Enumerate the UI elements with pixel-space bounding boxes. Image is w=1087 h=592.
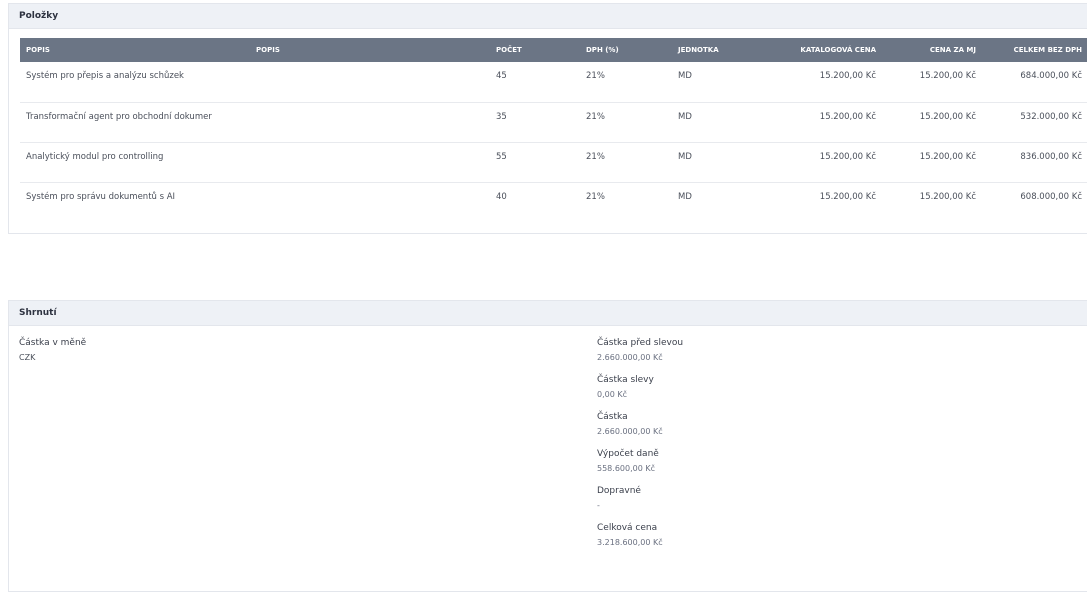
cell-pocet: 45 <box>496 71 507 81</box>
cell-dph: 21% <box>586 151 605 162</box>
summary-panel: Shrnutí Částka v měně CZK Částka před sl… <box>8 300 1087 592</box>
field-label: Částka před slevou <box>597 338 684 348</box>
col-header-katalogova-cena[interactable]: KATALOGOVÁ CENA <box>772 38 882 62</box>
cell-popis: Analytický modul pro controlling <box>26 151 164 162</box>
table-row[interactable]: Systém pro správu dokumentů s AI 40 21% … <box>20 182 1087 222</box>
col-header-pocet[interactable]: POČET <box>490 38 580 62</box>
currency-value: CZK <box>19 353 36 362</box>
field-label: Částka slevy <box>597 375 654 385</box>
cell-cena-za-mj: 15.200,00 Kč <box>919 71 976 81</box>
summary-panel-title: Shrnutí <box>9 301 1087 326</box>
cell-celkem-bez-dph: 608.000,00 Kč <box>1020 191 1082 202</box>
table-row[interactable]: Analytický modul pro controlling 55 21% … <box>20 142 1087 182</box>
cell-pocet: 35 <box>496 111 507 122</box>
cell-katalogova-cena: 15.200,00 Kč <box>819 151 876 162</box>
cell-jednotka: MD <box>678 191 692 202</box>
cell-cena-za-mj: 15.200,00 Kč <box>919 111 976 122</box>
field-label: Částka <box>597 412 628 422</box>
col-header-popis-2[interactable]: POPIS <box>250 38 490 62</box>
field-dopravne: Dopravné - <box>597 485 683 514</box>
field-value: 3.218.600,00 Kč <box>597 538 663 547</box>
cell-katalogova-cena: 15.200,00 Kč <box>819 111 876 122</box>
cell-dph: 21% <box>586 111 605 122</box>
cell-katalogova-cena: 15.200,00 Kč <box>819 71 876 81</box>
col-header-jednotka[interactable]: JEDNOTKA <box>672 38 772 62</box>
field-label: Dopravné <box>597 486 641 496</box>
cell-celkem-bez-dph: 836.000,00 Kč <box>1020 151 1082 162</box>
field-value: 558.600,00 Kč <box>597 464 655 473</box>
items-table: POPIS POPIS POČET DPH (%) JEDNOTKA KATAL… <box>20 38 1087 222</box>
cell-popis: Systém pro správu dokumentů s AI <box>26 191 176 202</box>
field-value: 2.660.000,00 Kč <box>597 427 663 436</box>
cell-jednotka: MD <box>678 111 692 122</box>
field-value: 0,00 Kč <box>597 390 627 399</box>
cell-jednotka: MD <box>678 151 692 162</box>
field-vypocet-dane: Výpočet daně 558.600,00 Kč <box>597 448 683 477</box>
field-castka-pred-slevou: Částka před slevou 2.660.000,00 Kč <box>597 337 683 366</box>
table-row[interactable]: Systém pro přepis a analýzu schůzek 45 2… <box>20 62 1087 102</box>
cell-celkem-bez-dph: 532.000,00 Kč <box>1020 111 1082 122</box>
cell-katalogova-cena: 15.200,00 Kč <box>819 191 876 202</box>
summary-currency: Částka v měně CZK <box>19 337 86 366</box>
field-label: Výpočet daně <box>597 449 659 459</box>
cell-dph: 21% <box>586 71 605 81</box>
field-value: 2.660.000,00 Kč <box>597 353 663 362</box>
field-castka: Částka 2.660.000,00 Kč <box>597 411 683 440</box>
items-table-header: POPIS POPIS POČET DPH (%) JEDNOTKA KATAL… <box>20 38 1087 62</box>
col-header-dph[interactable]: DPH (%) <box>580 38 672 62</box>
cell-popis: Transformační agent pro obchodní dokumer <box>26 111 212 122</box>
cell-jednotka: MD <box>678 71 692 81</box>
table-row[interactable]: Transformační agent pro obchodní dokumer… <box>20 102 1087 142</box>
cell-popis: Systém pro přepis a analýzu schůzek <box>26 71 184 81</box>
cell-pocet: 55 <box>496 151 507 162</box>
cell-celkem-bez-dph: 684.000,00 Kč <box>1020 71 1082 81</box>
cell-cena-za-mj: 15.200,00 Kč <box>919 151 976 162</box>
cell-dph: 21% <box>586 191 605 202</box>
currency-label: Částka v měně <box>19 338 87 348</box>
field-label: Celková cena <box>597 523 658 533</box>
col-header-popis[interactable]: POPIS <box>20 38 250 62</box>
col-header-cena-za-mj[interactable]: CENA ZA MJ <box>882 38 982 62</box>
items-panel-title: Položky <box>9 4 1087 29</box>
field-value: - <box>597 501 600 510</box>
col-header-celkem-bez-dph[interactable]: CELKEM BEZ DPH <box>982 38 1087 62</box>
cell-cena-za-mj: 15.200,00 Kč <box>919 191 976 202</box>
field-castka-slevy: Částka slevy 0,00 Kč <box>597 374 683 403</box>
field-celkova-cena: Celková cena 3.218.600,00 Kč <box>597 522 683 551</box>
items-panel: Položky POPIS POPIS POČET DPH (%) JEDNOT… <box>8 3 1087 234</box>
summary-totals: Částka před slevou 2.660.000,00 Kč Částk… <box>597 337 683 559</box>
cell-pocet: 40 <box>496 191 507 202</box>
